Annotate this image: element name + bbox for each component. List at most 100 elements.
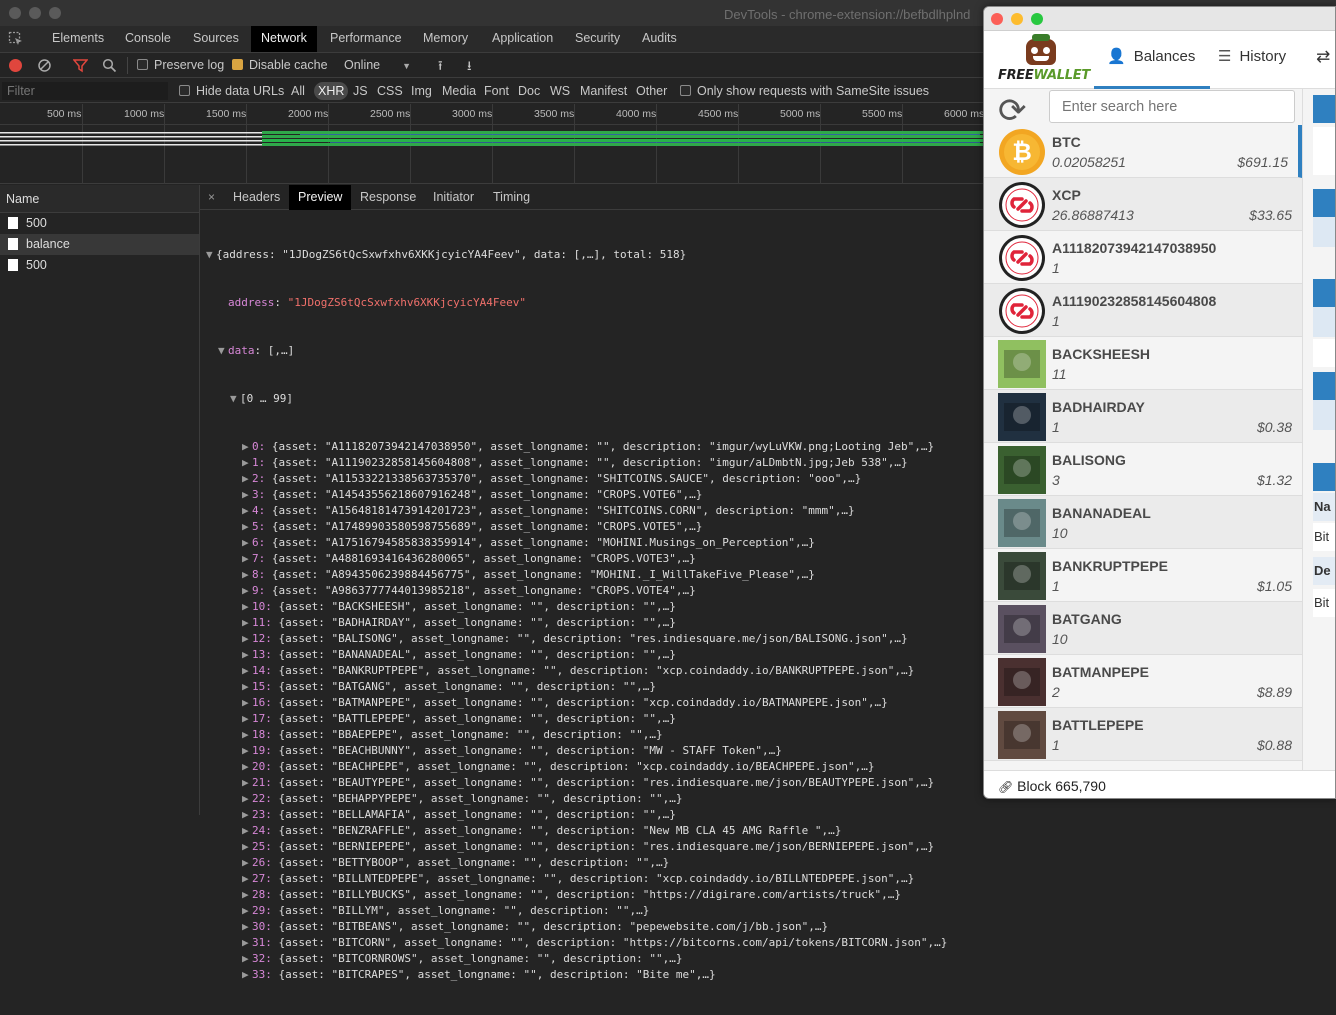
expand-triangle-icon[interactable]: ▶ — [242, 967, 252, 983]
download-icon[interactable]: ⭳ — [467, 57, 472, 74]
json-item-line[interactable]: ▶ 11: {asset: "BADHAIRDAY", asset_longnam… — [206, 615, 947, 631]
samesite-checkbox[interactable]: Only show requests with SameSite issues — [677, 82, 932, 100]
tab-response[interactable]: Response — [351, 185, 425, 210]
expand-triangle-icon[interactable]: ▶ — [242, 663, 252, 679]
filter-manifest[interactable]: Manifest — [577, 82, 630, 100]
expand-triangle-icon[interactable]: ▶ — [242, 503, 252, 519]
json-item-line[interactable]: ▶ 33: {asset: "BITCRAPES", asset_longname… — [206, 967, 947, 983]
expand-triangle-icon[interactable]: ▶ — [242, 583, 252, 599]
filter-media[interactable]: Media — [439, 82, 479, 100]
request-row[interactable]: 500 — [0, 255, 199, 276]
expand-triangle-icon[interactable]: ▶ — [242, 743, 252, 759]
expand-triangle-icon[interactable]: ▶ — [242, 615, 252, 631]
expand-triangle-icon[interactable]: ▶ — [242, 647, 252, 663]
json-item-line[interactable]: ▶ 9: {asset: "A9863777744013985218", asse… — [206, 583, 947, 599]
filter-other[interactable]: Other — [633, 82, 670, 100]
tab-performance[interactable]: Performance — [320, 26, 412, 52]
expand-triangle-icon[interactable]: ▶ — [242, 935, 252, 951]
expand-triangle-icon[interactable]: ▶ — [242, 599, 252, 615]
expand-triangle-icon[interactable]: ▶ — [242, 727, 252, 743]
expand-triangle-icon[interactable]: ▶ — [242, 951, 252, 967]
json-item-line[interactable]: ▶ 17: {asset: "BATTLEPEPE", asset_longnam… — [206, 711, 947, 727]
expand-triangle-icon[interactable]: ▶ — [242, 919, 252, 935]
search-icon[interactable] — [102, 58, 117, 73]
minimize-window-button[interactable] — [1011, 13, 1023, 25]
balance-item[interactable]: BADHAIRDAY 1 $0.38 — [984, 390, 1302, 443]
json-data-line[interactable]: ▼ data: [,…] — [206, 343, 947, 359]
json-item-line[interactable]: ▶ 4: {asset: "A15648181473914201723", ass… — [206, 503, 947, 519]
expand-triangle-icon[interactable]: ▶ — [242, 711, 252, 727]
filter-font[interactable]: Font — [481, 82, 512, 100]
tab-timing[interactable]: Timing — [484, 185, 539, 210]
filter-input[interactable] — [2, 82, 168, 100]
json-item-line[interactable]: ▶ 23: {asset: "BELLAMAFIA", asset_longnam… — [206, 807, 947, 823]
expand-triangle-icon[interactable]: ▶ — [242, 887, 252, 903]
json-item-line[interactable]: ▶ 32: {asset: "BITCORNROWS", asset_longna… — [206, 951, 947, 967]
expand-triangle-icon[interactable]: ▶ — [242, 791, 252, 807]
balance-item[interactable]: ₿ BTC 0.02058251 $691.15 — [984, 125, 1302, 178]
tab-balances[interactable]: 👤 Balances — [1094, 31, 1210, 89]
balance-item[interactable]: BANKRUPTPEPE 1 $1.05 — [984, 549, 1302, 602]
json-item-line[interactable]: ▶ 15: {asset: "BATGANG", asset_longname: … — [206, 679, 947, 695]
upload-icon[interactable]: ⭱ — [438, 57, 443, 74]
tab-application[interactable]: Application — [482, 26, 563, 52]
filter-js[interactable]: JS — [350, 82, 371, 100]
expand-triangle-icon[interactable]: ▶ — [242, 567, 252, 583]
close-icon[interactable]: × — [208, 190, 215, 204]
exchange-tab[interactable]: ⇄ — [1316, 31, 1335, 89]
tab-initiator[interactable]: Initiator — [424, 185, 483, 210]
expand-triangle-icon[interactable]: ▶ — [242, 855, 252, 871]
expand-triangle-icon[interactable]: ▶ — [242, 455, 252, 471]
filter-ws[interactable]: WS — [547, 82, 573, 100]
filter-icon[interactable] — [73, 58, 88, 73]
expand-triangle-icon[interactable]: ▶ — [242, 807, 252, 823]
expand-triangle-icon[interactable]: ▶ — [242, 759, 252, 775]
filter-img[interactable]: Img — [408, 82, 435, 100]
expand-triangle-icon[interactable]: ▶ — [242, 439, 252, 455]
refresh-icon[interactable]: ⟳ — [998, 94, 1032, 128]
balance-item[interactable]: BACKSHEESH 11 — [984, 337, 1302, 390]
tab-history[interactable]: ☰ History — [1218, 31, 1308, 89]
expand-triangle-icon[interactable]: ▼ — [206, 247, 216, 263]
json-item-line[interactable]: ▶ 19: {asset: "BEACHBUNNY", asset_longnam… — [206, 743, 947, 759]
request-row[interactable]: 500 — [0, 213, 199, 234]
filter-all[interactable]: All — [288, 82, 308, 100]
minimize-window-button[interactable] — [29, 7, 41, 19]
expand-triangle-icon[interactable]: ▶ — [242, 823, 252, 839]
checkbox-box[interactable] — [179, 85, 190, 96]
expand-triangle-icon[interactable]: ▶ — [242, 471, 252, 487]
json-item-line[interactable]: ▶ 12: {asset: "BALISONG", asset_longname:… — [206, 631, 947, 647]
close-window-button[interactable] — [9, 7, 21, 19]
expand-triangle-icon[interactable]: ▶ — [242, 487, 252, 503]
close-window-button[interactable] — [991, 13, 1003, 25]
filter-css[interactable]: CSS — [374, 82, 406, 100]
expand-triangle-icon[interactable]: ▶ — [242, 839, 252, 855]
search-input[interactable] — [1049, 90, 1295, 123]
json-item-line[interactable]: ▶ 21: {asset: "BEAUTYPEPE", asset_longnam… — [206, 775, 947, 791]
tab-security[interactable]: Security — [565, 26, 630, 52]
checkbox-box[interactable] — [232, 59, 243, 70]
expand-triangle-icon[interactable]: ▶ — [242, 903, 252, 919]
tab-audits[interactable]: Audits — [632, 26, 687, 52]
disable-cache-checkbox[interactable]: Disable cache — [232, 57, 328, 74]
zoom-window-button[interactable] — [1031, 13, 1043, 25]
json-item-line[interactable]: ▶ 2: {asset: "A11533221338563735370", ass… — [206, 471, 947, 487]
expand-triangle-icon[interactable]: ▶ — [242, 695, 252, 711]
filter-xhr[interactable]: XHR — [314, 82, 349, 100]
hide-data-urls-checkbox[interactable]: Hide data URLs — [176, 82, 287, 100]
json-item-line[interactable]: ▶ 30: {asset: "BITBEANS", asset_longname:… — [206, 919, 947, 935]
json-item-line[interactable]: ▶ 13: {asset: "BANANADEAL", asset_longnam… — [206, 647, 947, 663]
json-item-line[interactable]: ▶ 6: {asset: "A17516794585838359914", ass… — [206, 535, 947, 551]
expand-triangle-icon[interactable]: ▶ — [242, 551, 252, 567]
expand-triangle-icon[interactable]: ▶ — [242, 519, 252, 535]
expand-triangle-icon[interactable]: ▼ — [218, 343, 228, 359]
json-item-line[interactable]: ▶ 24: {asset: "BENZRAFFLE", asset_longnam… — [206, 823, 947, 839]
json-range-line[interactable]: ▼ [0 … 99] — [206, 391, 947, 407]
json-item-line[interactable]: ▶ 20: {asset: "BEACHPEPE", asset_longname… — [206, 759, 947, 775]
preserve-log-checkbox[interactable]: Preserve log — [137, 57, 224, 74]
json-item-line[interactable]: ▶ 14: {asset: "BANKRUPTPEPE", asset_longn… — [206, 663, 947, 679]
balance-item[interactable]: A11190232858145604808 1 — [984, 284, 1302, 337]
expand-triangle-icon[interactable]: ▶ — [242, 871, 252, 887]
tab-headers[interactable]: Headers — [224, 185, 289, 210]
expand-triangle-icon[interactable]: ▶ — [242, 535, 252, 551]
